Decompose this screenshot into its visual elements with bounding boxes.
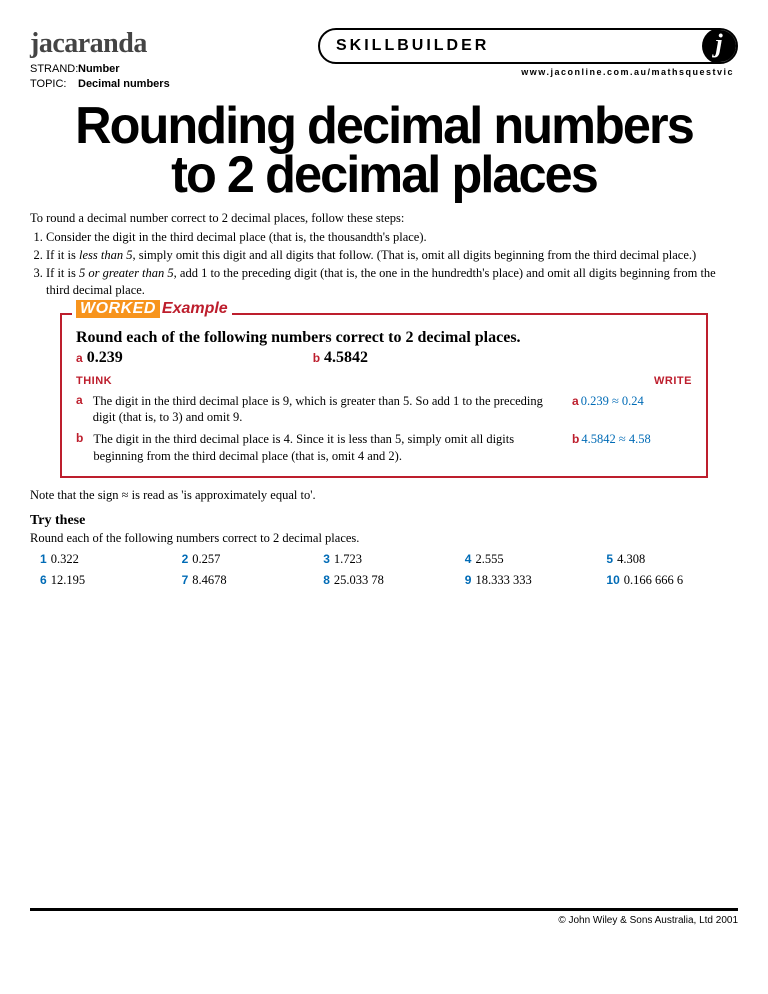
- worked-a-value: 0.239: [87, 349, 123, 366]
- write-a-text: 0.239 ≈ 0.24: [581, 394, 644, 408]
- brand-column: jacaranda STRAND:Number TOPIC:Decimal nu…: [30, 28, 170, 92]
- try-item: 78.4678: [182, 573, 314, 588]
- j-icon-letter: j: [715, 31, 722, 57]
- copyright-text: © John Wiley & Sons Australia, Ltd 2001: [30, 915, 738, 926]
- try-item: 612.195: [40, 573, 172, 588]
- worked-badge-example: Example: [160, 300, 228, 318]
- worked-item-a: a The digit in the third decimal place i…: [76, 393, 692, 426]
- worked-item-b: b The digit in the third decimal place i…: [76, 431, 692, 464]
- try-item: 54.308: [606, 552, 738, 567]
- write-label: WRITE: [654, 375, 692, 387]
- try-item: 825.033 78: [323, 573, 455, 588]
- label-b: b: [313, 351, 320, 365]
- j-icon: j: [702, 28, 738, 64]
- page-title: Rounding decimal numbers to 2 decimal pl…: [41, 102, 728, 201]
- skillbuilder-title: SKILLBUILDER: [336, 37, 702, 55]
- skillbuilder-url: www.jaconline.com.au/mathsquestvic: [318, 67, 738, 77]
- label-b: b: [76, 431, 83, 464]
- step-item: If it is less than 5, simply omit this d…: [46, 247, 738, 264]
- approx-note: Note that the sign ≈ is read as 'is appr…: [30, 488, 738, 503]
- label-a: a: [76, 393, 83, 426]
- strand-label: STRAND:: [30, 62, 78, 77]
- worked-instruction: Round each of the following numbers corr…: [76, 329, 692, 347]
- try-item: 918.333 333: [465, 573, 597, 588]
- worked-badge-worked: WORKED: [76, 300, 160, 318]
- write-b-text: 4.5842 ≈ 4.58: [581, 432, 650, 446]
- try-item: 31.723: [323, 552, 455, 567]
- try-item: 20.257: [182, 552, 314, 567]
- think-b-text: The digit in the third decimal place is …: [93, 431, 566, 464]
- think-a-text: The digit in the third decimal place is …: [93, 393, 566, 426]
- strand-value: Number: [78, 63, 120, 75]
- label-a: a: [572, 394, 579, 408]
- brand-logo: jacaranda: [30, 28, 170, 60]
- try-these-grid: 10.322 20.257 31.723 42.555 54.308 612.1…: [40, 552, 738, 588]
- worked-example-box: WORKED Example Round each of the followi…: [60, 313, 708, 478]
- label-b: b: [572, 432, 579, 446]
- step-item: If it is 5 or greater than 5, add 1 to t…: [46, 265, 738, 299]
- intro-lead: To round a decimal number correct to 2 d…: [30, 210, 738, 227]
- steps-list: Consider the digit in the third decimal …: [46, 229, 738, 299]
- worked-b-value: 4.5842: [324, 349, 368, 366]
- skillbuilder-column: SKILLBUILDER j www.jaconline.com.au/math…: [184, 28, 738, 77]
- worked-columns-header: THINK WRITE: [76, 375, 692, 387]
- meta-block: STRAND:Number TOPIC:Decimal numbers: [30, 62, 170, 92]
- try-item: 100.166 666 6: [606, 573, 738, 588]
- try-these-title: Try these: [30, 513, 738, 529]
- page-header: jacaranda STRAND:Number TOPIC:Decimal nu…: [30, 28, 738, 92]
- step-item: Consider the digit in the third decimal …: [46, 229, 738, 246]
- think-label: THINK: [76, 375, 112, 387]
- skillbuilder-pill: SKILLBUILDER j: [318, 28, 738, 64]
- label-a: a: [76, 351, 83, 365]
- try-these-instruction: Round each of the following numbers corr…: [30, 531, 738, 546]
- worked-questions: a 0.239 b 4.5842: [76, 349, 692, 367]
- try-item: 10.322: [40, 552, 172, 567]
- worked-example-badge: WORKED Example: [72, 300, 232, 318]
- topic-label: TOPIC:: [30, 77, 78, 92]
- footer-rule: [30, 908, 738, 911]
- intro-block: To round a decimal number correct to 2 d…: [30, 210, 738, 298]
- page-title-line2: to 2 decimal places: [171, 146, 597, 204]
- topic-value: Decimal numbers: [78, 78, 170, 90]
- try-item: 42.555: [465, 552, 597, 567]
